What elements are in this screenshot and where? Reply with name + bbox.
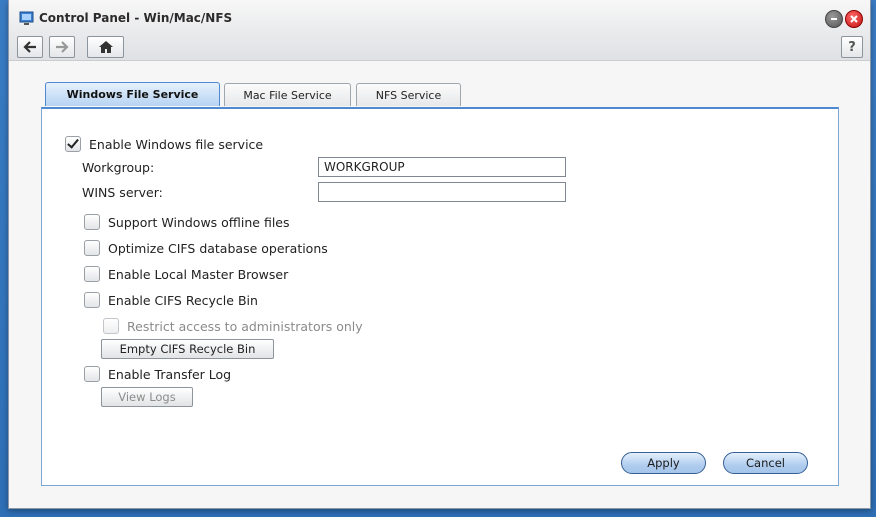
transfer-log-row[interactable]: Enable Transfer Log <box>84 366 231 382</box>
back-button[interactable] <box>17 36 43 58</box>
control-panel-icon <box>19 11 34 25</box>
close-icon <box>850 15 858 23</box>
empty-cifs-recycle-bin-button[interactable]: Empty CIFS Recycle Bin <box>101 339 274 359</box>
restrict-admin-checkbox <box>103 318 119 334</box>
apply-button[interactable]: Apply <box>621 452 706 474</box>
workgroup-input[interactable]: WORKGROUP <box>318 157 566 177</box>
tab-windows-file-service[interactable]: Windows File Service <box>45 82 220 106</box>
close-button[interactable] <box>845 10 863 28</box>
cifs-recycle-bin-label: Enable CIFS Recycle Bin <box>108 292 258 308</box>
minimize-icon <box>831 18 837 20</box>
help-button[interactable]: ? <box>841 36 863 58</box>
title-bar: Control Panel - Win/Mac/NFS ? <box>9 0 870 61</box>
transfer-log-label: Enable Transfer Log <box>108 366 232 382</box>
tab-nfs-service[interactable]: NFS Service <box>356 83 461 106</box>
forward-button[interactable] <box>49 36 75 58</box>
local-master-browser-row[interactable]: Enable Local Master Browser <box>84 266 288 282</box>
tab-mac-file-service[interactable]: Mac File Service <box>224 83 351 106</box>
cifs-recycle-bin-checkbox[interactable] <box>84 292 100 308</box>
control-panel-window: Control Panel - Win/Mac/NFS ? Windows Fi… <box>8 0 871 509</box>
offline-files-row[interactable]: Support Windows offline files <box>84 214 290 230</box>
restrict-admin-label: Restrict access to administrators only <box>127 318 363 334</box>
enable-windows-service-row[interactable]: Enable Windows file service <box>65 136 263 152</box>
restrict-admin-row: Restrict access to administrators only <box>103 318 363 334</box>
offline-files-label: Support Windows offline files <box>108 214 290 230</box>
optimize-cifs-label: Optimize CIFS database operations <box>108 240 328 256</box>
enable-windows-service-label: Enable Windows file service <box>89 136 264 152</box>
content-area: Windows File Service Mac File Service NF… <box>9 61 870 508</box>
workgroup-label: Workgroup: <box>82 160 155 175</box>
optimize-cifs-checkbox[interactable] <box>84 240 100 256</box>
cifs-recycle-bin-row[interactable]: Enable CIFS Recycle Bin <box>84 292 258 308</box>
enable-windows-service-checkbox[interactable] <box>65 136 81 152</box>
view-logs-button: View Logs <box>101 387 193 407</box>
wins-server-label: WINS server: <box>82 185 163 200</box>
wins-server-input[interactable] <box>318 182 566 202</box>
transfer-log-checkbox[interactable] <box>84 366 100 382</box>
cancel-button[interactable]: Cancel <box>723 452 808 474</box>
arrow-left-icon <box>23 41 36 53</box>
windows-file-service-panel: Enable Windows file service Workgroup: W… <box>41 107 839 486</box>
local-master-browser-label: Enable Local Master Browser <box>108 266 289 282</box>
home-button[interactable] <box>87 36 124 58</box>
home-icon <box>98 41 113 53</box>
window-title: Control Panel - Win/Mac/NFS <box>39 11 233 25</box>
arrow-right-icon <box>56 41 69 53</box>
optimize-cifs-row[interactable]: Optimize CIFS database operations <box>84 240 328 256</box>
minimize-button[interactable] <box>825 10 843 28</box>
local-master-browser-checkbox[interactable] <box>84 266 100 282</box>
offline-files-checkbox[interactable] <box>84 214 100 230</box>
